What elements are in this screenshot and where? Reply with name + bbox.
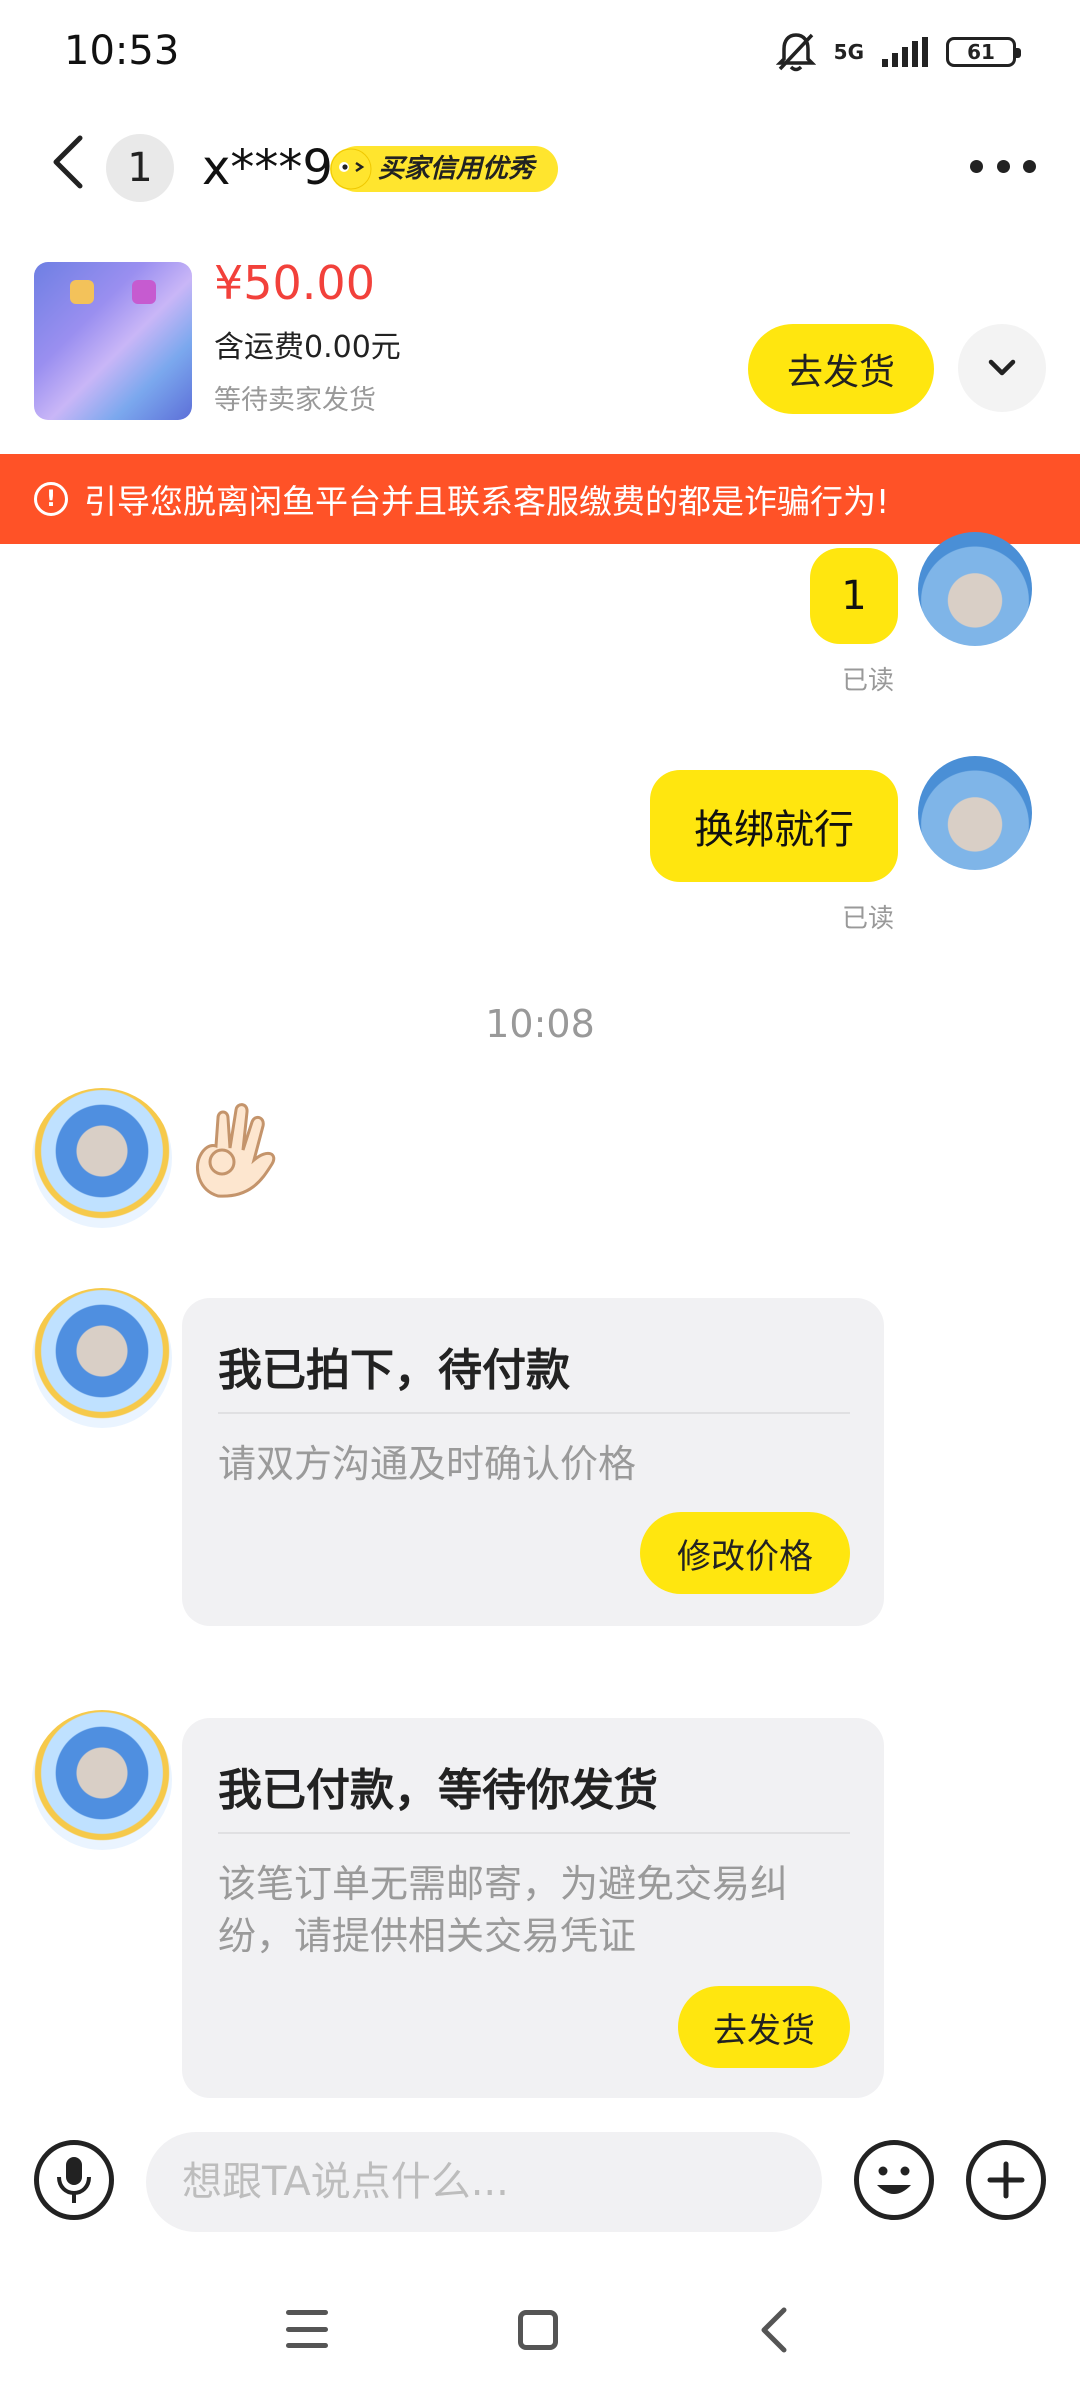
card-description: 该笔订单无需邮寄，为避免交易纠纷，请提供相关交易凭证	[218, 1862, 789, 1958]
status-time: 10:53	[64, 28, 180, 74]
thumbnail-app-icon	[70, 280, 94, 304]
read-receipt: 已读	[842, 904, 895, 934]
message-input[interactable]	[146, 2132, 822, 2232]
modify-price-button[interactable]: 修改价格	[640, 1512, 850, 1594]
order-card-paid[interactable]: 我已付款，等待你发货 该笔订单无需邮寄，为避免交易纠纷，请提供相关交易凭证 去发…	[182, 1718, 884, 2098]
credit-badge[interactable]: 买家信用优秀	[330, 146, 559, 192]
nav-home-button[interactable]	[518, 2310, 558, 2350]
peer-name[interactable]: x***9	[202, 134, 333, 202]
fraud-warning-bar: ! 引导您脱离闲鱼平台并且联系客服缴费的都是诈骗行为!	[0, 454, 1080, 544]
credit-badge-label: 买家信用优秀	[378, 154, 535, 184]
bell-muted-icon	[775, 33, 816, 72]
order-card-pending-payment[interactable]: 我已拍下，待付款 请双方沟通及时确认价格 修改价格	[182, 1298, 884, 1626]
menu-line	[286, 2343, 328, 2348]
network-type: 5G	[833, 40, 864, 64]
sent-message-bubble[interactable]: 1	[810, 548, 898, 644]
nav-back-button[interactable]	[754, 2306, 794, 2354]
sent-message-bubble[interactable]: 换绑就行	[650, 770, 898, 882]
expand-order-button[interactable]	[958, 324, 1046, 412]
my-avatar[interactable]	[918, 532, 1032, 646]
my-avatar[interactable]	[918, 756, 1032, 870]
card-divider	[218, 1832, 850, 1834]
peer-avatar[interactable]	[32, 1088, 172, 1228]
more-dot	[996, 159, 1010, 173]
ok-hand-emoji-icon[interactable]	[188, 1098, 288, 1208]
more-actions-button[interactable]	[966, 2140, 1046, 2220]
time-separator: 10:08	[485, 1002, 595, 1046]
more-dots-icon	[970, 159, 983, 173]
order-price: ¥50.00	[214, 256, 375, 310]
card-description: 请双方沟通及时确认价格	[218, 1442, 637, 1486]
read-receipt: 已读	[842, 666, 895, 696]
more-options-button[interactable]	[970, 150, 1036, 182]
card-ship-button[interactable]: 去发货	[678, 1986, 850, 2068]
fraud-warning-text: 引导您脱离闲鱼平台并且联系客服缴费的都是诈骗行为!	[84, 482, 890, 521]
chevron-down-icon	[988, 359, 1016, 376]
exclamation-circle-icon: !	[34, 482, 68, 516]
card-title: 我已拍下，待付款	[218, 1345, 570, 1396]
ship-button[interactable]: 去发货	[748, 324, 934, 414]
status-icons: 5G 61	[775, 28, 1021, 76]
battery-level: 61	[967, 40, 995, 64]
plus-circle-icon	[987, 2161, 1025, 2199]
smiley-icon	[877, 2166, 911, 2194]
product-thumbnail[interactable]	[34, 262, 192, 420]
unread-count-badge[interactable]: 1	[106, 134, 174, 202]
menu-icon	[286, 2310, 328, 2315]
fish-face-icon	[330, 148, 372, 190]
menu-line	[286, 2326, 328, 2332]
back-button[interactable]	[48, 132, 88, 192]
nav-recents-button[interactable]	[286, 2310, 328, 2348]
peer-avatar[interactable]	[32, 1288, 172, 1428]
card-divider	[218, 1412, 850, 1414]
microphone-icon	[57, 2157, 91, 2203]
card-title: 我已付款，等待你发货	[218, 1765, 658, 1816]
more-dot	[1023, 159, 1036, 173]
emoji-button[interactable]	[854, 2140, 934, 2220]
signal-icon	[882, 37, 928, 67]
voice-input-button[interactable]	[34, 2140, 114, 2220]
peer-avatar[interactable]	[32, 1710, 172, 1850]
thumbnail-app-icon	[132, 280, 156, 304]
shipping-fee: 含运费0.00元	[214, 330, 401, 365]
order-status: 等待卖家发货	[214, 385, 376, 416]
battery-icon: 61	[946, 37, 1021, 67]
